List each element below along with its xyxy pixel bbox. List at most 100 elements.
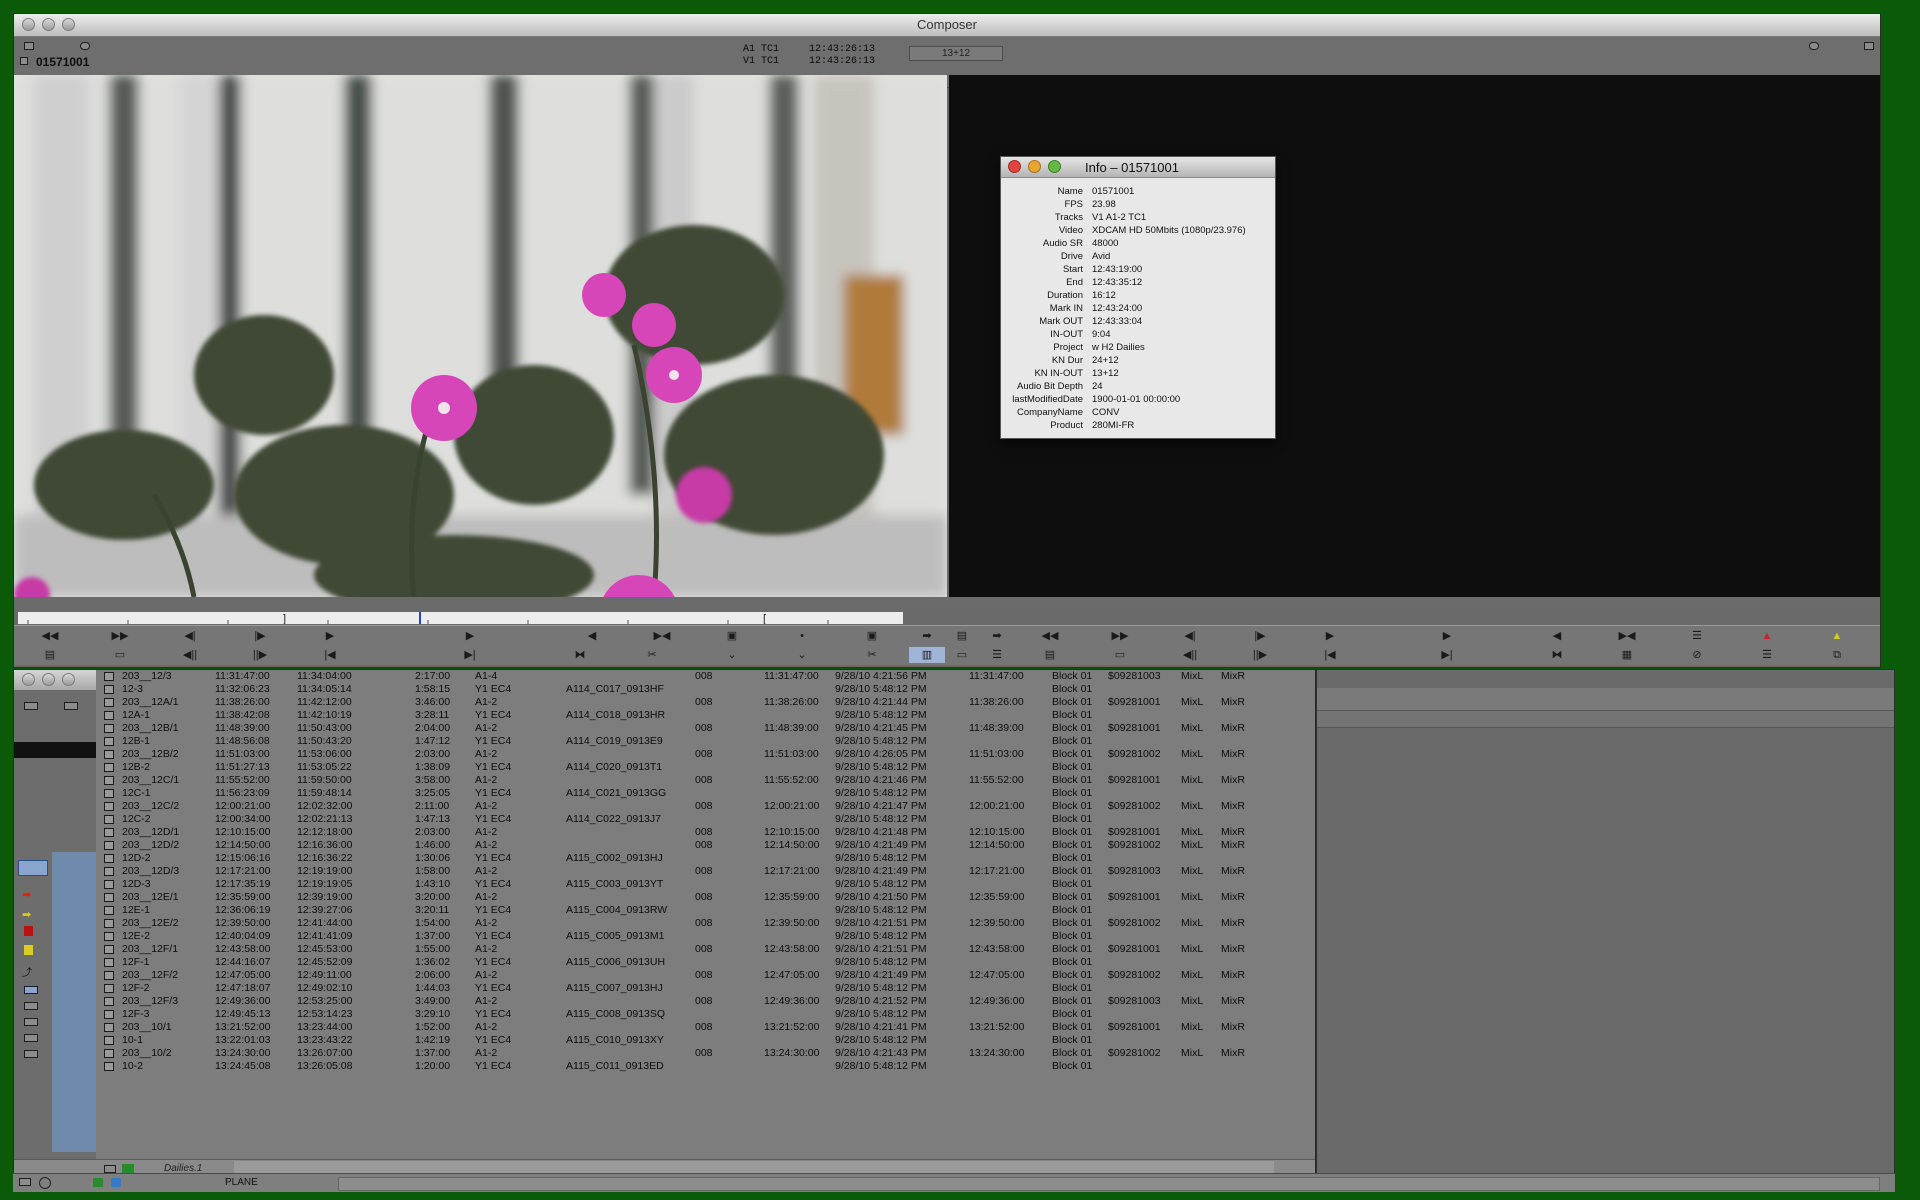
clip-icon[interactable]: [104, 880, 114, 889]
record-mark-out-button[interactable]: ▶: [1312, 628, 1348, 644]
clip-icon[interactable]: [104, 685, 114, 694]
settings-icon[interactable]: [39, 1177, 51, 1189]
go-to-out-button[interactable]: |◀: [312, 647, 348, 663]
rewind-button[interactable]: ◀◀: [32, 628, 68, 644]
yellow-icon[interactable]: [24, 945, 33, 955]
bottom-scrollbar[interactable]: [338, 1177, 1880, 1191]
table-row[interactable]: 203__12E/2 12:39:50:00 12:41:44:00 1:54:00 A…: [96, 917, 1315, 930]
audio-button[interactable]: ⌄: [714, 647, 750, 663]
record-mark-in-button[interactable]: ◀: [1539, 628, 1575, 644]
clip-icon[interactable]: [104, 763, 114, 772]
table-row[interactable]: 203__12/3 11:31:47:00 11:34:04:00 2:17:00 A1…: [96, 670, 1315, 683]
table-row[interactable]: 203__10/2 13:24:30:00 13:26:07:00 1:37:00 A1…: [96, 1047, 1315, 1060]
table-row[interactable]: 203__10/1 13:21:52:00 13:23:44:00 1:52:00 A1…: [96, 1021, 1315, 1034]
clip-icon[interactable]: [104, 932, 114, 941]
add-locator-button[interactable]: •: [784, 628, 820, 644]
minimize-button[interactable]: [42, 673, 55, 686]
mark-in-button[interactable]: ◀: [574, 628, 610, 644]
clip-icon[interactable]: [104, 750, 114, 759]
clip-icon[interactable]: [104, 1023, 114, 1032]
clear-marks-button[interactable]: ▣: [714, 628, 750, 644]
clip-icon[interactable]: [104, 854, 114, 863]
clip-icon[interactable]: [104, 802, 114, 811]
go-to-in-button[interactable]: ▶|: [452, 647, 488, 663]
record-clip-button[interactable]: ▭: [1102, 647, 1138, 663]
segment-icon-2[interactable]: [24, 1002, 38, 1010]
pencil-icon[interactable]: [24, 1050, 38, 1058]
play-button[interactable]: ▶: [452, 628, 488, 644]
record-clear-button[interactable]: ☰: [1679, 628, 1715, 644]
table-row[interactable]: 203__12E/1 12:35:59:00 12:39:19:00 3:20:00 A…: [96, 891, 1315, 904]
clip-icon[interactable]: [104, 711, 114, 720]
table-row[interactable]: 203__12C/2 12:00:21:00 12:02:32:00 2:11:00 A…: [96, 800, 1315, 813]
view-icon[interactable]: [64, 702, 78, 710]
clip-icon[interactable]: [104, 971, 114, 980]
kn-display[interactable]: 13+12: [909, 46, 1003, 61]
clip-button[interactable]: ▭: [102, 647, 138, 663]
record-play-button[interactable]: ▶: [1429, 628, 1465, 644]
record-bin-button[interactable]: ▤: [1032, 647, 1068, 663]
lift-up-button[interactable]: ▲: [1819, 628, 1855, 644]
table-row[interactable]: 203__12B/2 11:51:03:00 11:53:06:00 2:03:00 A…: [96, 748, 1315, 761]
table-row[interactable]: 12B-2 11:51:27:13 11:53:05:22 1:38:09 Y1 EC4…: [96, 761, 1315, 774]
table-row[interactable]: 12B-1 11:48:56:08 11:50:43:20 1:47:12 Y1 EC4…: [96, 735, 1315, 748]
clip-icon[interactable]: [104, 737, 114, 746]
table-row[interactable]: 12F-1 12:44:16:07 12:45:52:09 1:36:02 Y1 EC4…: [96, 956, 1315, 969]
top-button[interactable]: ▭: [944, 647, 980, 663]
mark-clip-button[interactable]: ▶◀: [644, 628, 680, 644]
clip-icon[interactable]: [104, 906, 114, 915]
zoom-button[interactable]: [1048, 160, 1061, 173]
fast-forward-button[interactable]: ▶▶: [102, 628, 138, 644]
trim-button[interactable]: ⧓: [562, 647, 598, 663]
clip-icon[interactable]: [104, 1049, 114, 1058]
table-row[interactable]: 12F-2 12:47:18:07 12:49:02:10 1:44:03 Y1 EC4…: [96, 982, 1315, 995]
record-settings[interactable]: ☰: [1749, 647, 1785, 663]
record-slow-forward[interactable]: ||▶: [1242, 647, 1278, 663]
clip-icon[interactable]: [104, 1010, 114, 1019]
a1-track-label[interactable]: A1 TC1: [743, 44, 779, 55]
info-titlebar[interactable]: Info – 01571001: [1001, 157, 1275, 178]
menu-icon[interactable]: [24, 42, 34, 50]
clip-icon[interactable]: [104, 997, 114, 1006]
track-panel[interactable]: [52, 852, 96, 1152]
record-go-to-out[interactable]: |◀: [1312, 647, 1348, 663]
table-row[interactable]: 12F-3 12:49:45:13 12:53:14:23 3:29:10 Y1 EC4…: [96, 1008, 1315, 1021]
view-menu-icon[interactable]: [19, 1178, 31, 1186]
close-button[interactable]: [22, 673, 35, 686]
green-icon[interactable]: [93, 1178, 103, 1187]
mark-out-button[interactable]: ▶: [312, 628, 348, 644]
record-rewind-button[interactable]: ◀◀: [1032, 628, 1068, 644]
minimize-button[interactable]: [1028, 160, 1041, 173]
extract-button[interactable]: ▲: [1749, 628, 1785, 644]
yellow-arrow-icon[interactable]: ➡: [22, 908, 31, 921]
clip-icon[interactable]: [104, 919, 114, 928]
grid-icon[interactable]: [24, 1034, 38, 1042]
timeline-panel[interactable]: [1316, 669, 1895, 1179]
table-row[interactable]: 203__12D/3 12:17:21:00 12:19:19:00 1:58:00 A…: [96, 865, 1315, 878]
table-row[interactable]: 12D-2 12:15:06:16 12:16:36:22 1:30:06 Y1 EC4…: [96, 852, 1315, 865]
composer-titlebar[interactable]: Composer: [14, 14, 1880, 37]
link-icon[interactable]: [80, 42, 90, 50]
clip-icon[interactable]: [104, 672, 114, 681]
bin-button[interactable]: ▤: [32, 647, 68, 663]
table-row[interactable]: 12D-3 12:17:35:19 12:19:19:05 1:43:10 Y1 EC4…: [96, 878, 1315, 891]
lift-icon[interactable]: ⤴: [22, 964, 32, 979]
table-row[interactable]: 203__12D/1 12:10:15:00 12:12:18:00 2:03:00 A…: [96, 826, 1315, 839]
table-row[interactable]: 203__12B/1 11:48:39:00 11:50:43:00 2:04:00 A…: [96, 722, 1315, 735]
clip-icon[interactable]: [104, 724, 114, 733]
step-forward-button[interactable]: |▶: [242, 628, 278, 644]
table-row[interactable]: 203__12D/2 12:14:50:00 12:16:36:00 1:46:00 A…: [96, 839, 1315, 852]
slow-forward-button[interactable]: ||▶: [242, 647, 278, 663]
clip-icon[interactable]: [104, 1036, 114, 1045]
lift-button[interactable]: ➡: [979, 628, 1015, 644]
table-row[interactable]: 203__12F/3 12:49:36:00 12:53:25:00 3:49:00 A…: [96, 995, 1315, 1008]
record-step-back-button[interactable]: ◀|: [1172, 628, 1208, 644]
clip-icon[interactable]: [104, 958, 114, 967]
record-go-to-in[interactable]: ▶|: [1429, 647, 1465, 663]
no-entry-button[interactable]: ⊘: [1679, 647, 1715, 663]
segment-icon[interactable]: [24, 986, 38, 994]
red-arrow-icon[interactable]: ➡: [22, 888, 31, 901]
table-row[interactable]: 203__12F/2 12:47:05:00 12:49:11:00 2:06:00 A…: [96, 969, 1315, 982]
record-mark-clip-button[interactable]: ▶◀: [1609, 628, 1645, 644]
record-icon[interactable]: [24, 926, 33, 936]
